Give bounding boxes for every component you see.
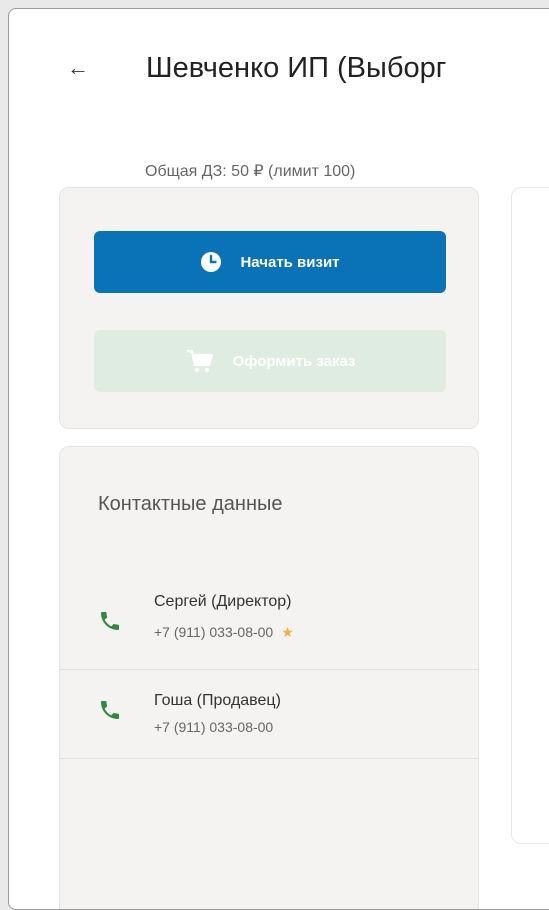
actions-card: Начать визит Оформить заказ xyxy=(59,187,479,429)
contact-name: Гоша (Продавец) xyxy=(154,692,281,709)
back-arrow-icon[interactable]: ← xyxy=(67,54,89,82)
phone-icon[interactable] xyxy=(98,609,122,633)
page-title: Шевченко ИП (Выборг xyxy=(146,52,447,84)
contact-item[interactable]: Гоша (Продавец) +7 (911) 033-08-00 xyxy=(60,670,478,759)
right-panel xyxy=(511,187,549,844)
app-window: ← Шевченко ИП (Выборг Общая ДЗ: 50 ₽ (ли… xyxy=(8,8,549,910)
debt-summary: Общая ДЗ: 50 ₽ (лимит 100) xyxy=(145,163,356,180)
star-icon: ★ xyxy=(281,624,294,640)
clock-icon xyxy=(201,252,222,272)
contact-phone-number: +7 (911) 033-08-00 xyxy=(154,624,274,640)
place-order-button[interactable]: Оформить заказ xyxy=(94,330,446,392)
contact-phone: +7 (911) 033-08-00 ★ xyxy=(154,624,294,641)
start-visit-button[interactable]: Начать визит xyxy=(94,231,446,293)
contact-name: Сергей (Директор) xyxy=(154,593,292,610)
start-visit-label: Начать визит xyxy=(240,253,340,271)
contact-item[interactable]: Сергей (Директор) +7 (911) 033-08-00 ★ xyxy=(60,571,478,670)
contacts-card: Контактные данные Сергей (Директор) +7 (… xyxy=(59,446,479,909)
cart-icon xyxy=(186,349,213,373)
place-order-label: Оформить заказ xyxy=(232,352,356,370)
contact-phone: +7 (911) 033-08-00 xyxy=(154,719,274,735)
contacts-title: Контактные данные xyxy=(98,493,283,515)
phone-icon[interactable] xyxy=(98,698,122,722)
